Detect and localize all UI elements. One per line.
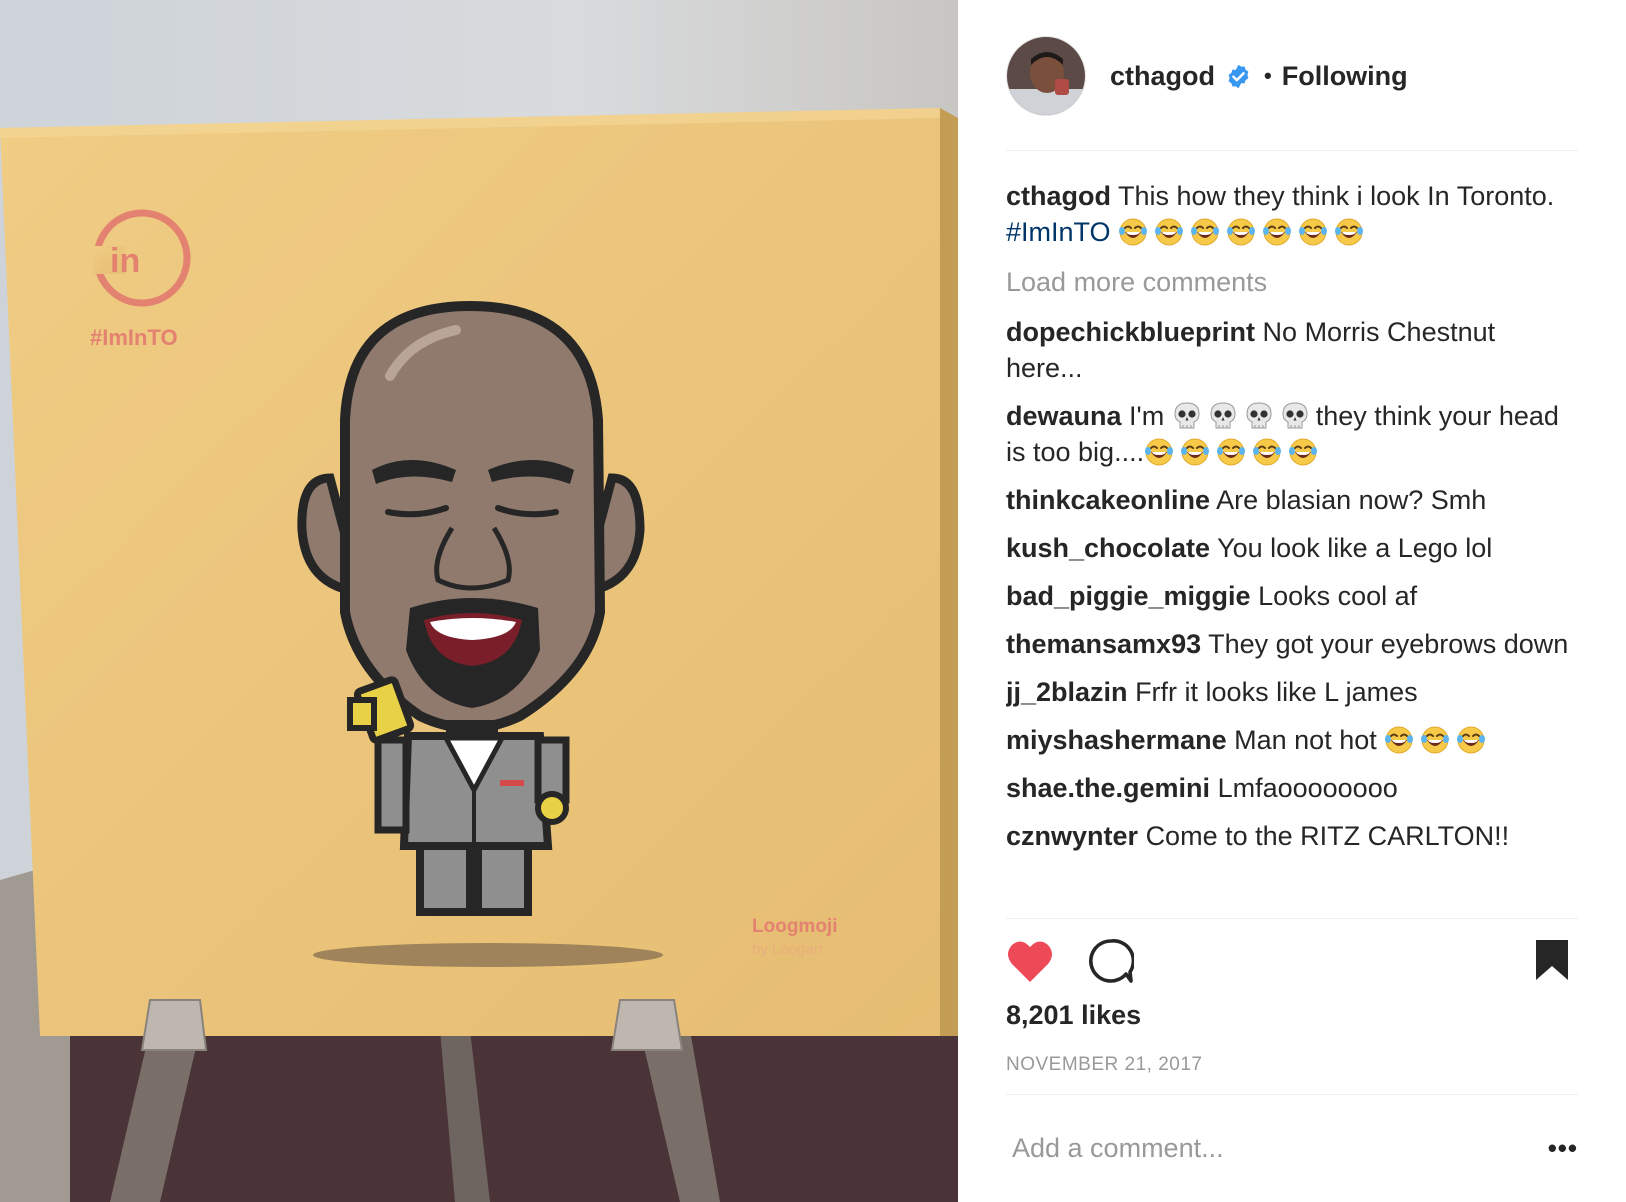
laughing-emoji-icon — [1263, 218, 1292, 246]
comment-text: You look like a Lego lol — [1217, 533, 1493, 563]
load-more-comments-button[interactable]: Load more comments — [1006, 264, 1578, 300]
caption: cthagod This how they think i look In To… — [1006, 178, 1578, 250]
header-separator: • — [1264, 63, 1272, 88]
post-panel: cthagod • Following cthagod This how the… — [958, 0, 1626, 1202]
brand-sub: by Loogart — [752, 941, 824, 958]
comment-username[interactable]: themansamx93 — [1006, 629, 1201, 659]
following-button[interactable]: Following — [1282, 61, 1408, 92]
skull-emoji-icon — [1246, 402, 1272, 429]
comment-text: Are blasian now? Smh — [1216, 485, 1487, 515]
comment-emojis — [1172, 401, 1316, 431]
comment-row: kush_chocolate You look like a Lego lol — [1006, 530, 1578, 566]
laughing-emoji-icon — [1457, 726, 1486, 754]
caption-emojis — [1118, 217, 1370, 247]
comment-row: bad_piggie_miggie Looks cool af — [1006, 578, 1578, 614]
comment-icon[interactable] — [1088, 938, 1134, 984]
laughing-emoji-icon — [1335, 218, 1364, 246]
comment-username[interactable]: kush_chocolate — [1006, 533, 1210, 563]
canvas-badge: in — [110, 242, 140, 280]
laughing-emoji-icon — [1385, 726, 1414, 754]
comment-username[interactable]: cznwynter — [1006, 821, 1138, 851]
comment-username[interactable]: dewauna — [1006, 401, 1122, 431]
likes-count[interactable]: 8,201 likes — [1006, 1000, 1141, 1031]
comment-username[interactable]: dopechickblueprint — [1006, 317, 1255, 347]
laughing-emoji-icon — [1227, 218, 1256, 246]
laughing-emoji-icon — [1299, 218, 1328, 246]
brand-name: Loogmoji — [752, 916, 837, 937]
heart-icon[interactable] — [1006, 938, 1054, 984]
add-comment-bar: ••• — [1006, 1116, 1578, 1180]
header-username[interactable]: cthagod — [1110, 61, 1215, 92]
laughing-emoji-icon — [1421, 726, 1450, 754]
comment-row: miyshashermane Man not hot — [1006, 722, 1578, 758]
divider — [1006, 150, 1578, 151]
post-date: NOVEMBER 21, 2017 — [1006, 1054, 1203, 1075]
laughing-emoji-icon — [1119, 218, 1148, 246]
comment-text: Looks cool af — [1258, 581, 1418, 611]
comment-username[interactable]: thinkcakeonline — [1006, 485, 1210, 515]
skull-emoji-icon — [1282, 402, 1308, 429]
post-header: cthagod • Following — [1006, 36, 1578, 116]
comment-row: shae.the.gemini Lmfaoooooooo — [1006, 770, 1578, 806]
comment-emojis — [1384, 725, 1492, 755]
post-photo[interactable]: in #ImInTO Loogmoji by Loogart — [0, 0, 958, 1202]
skull-emoji-icon — [1174, 402, 1200, 429]
comment-row: dopechickblueprint No Morris Chestnut he… — [1006, 314, 1578, 386]
comment-text: I'm — [1129, 401, 1165, 431]
comment-username[interactable]: shae.the.gemini — [1006, 773, 1210, 803]
comment-text: They got your eyebrows down — [1208, 629, 1569, 659]
caption-username[interactable]: cthagod — [1006, 181, 1111, 211]
bookmark-icon[interactable] — [1534, 938, 1570, 982]
skull-emoji-icon — [1210, 402, 1236, 429]
caption-text: This how they think i look In Toronto. — [1118, 181, 1555, 211]
comment-input[interactable] — [1006, 1132, 1486, 1164]
comment-text: Frfr it looks like L james — [1135, 677, 1418, 707]
divider — [1006, 918, 1578, 919]
comment-text: Lmfaoooooooo — [1217, 773, 1398, 803]
comment-row: themansamx93 They got your eyebrows down — [1006, 626, 1578, 662]
laughing-emoji-icon — [1191, 218, 1220, 246]
comment-username[interactable]: miyshashermane — [1006, 725, 1227, 755]
laughing-emoji-icon — [1155, 218, 1184, 246]
comment-text: Come to the RITZ CARLTON!! — [1145, 821, 1510, 851]
laughing-emoji-icon — [1217, 438, 1246, 466]
comment-row: thinkcakeonline Are blasian now? Smh — [1006, 482, 1578, 518]
divider — [1006, 1094, 1578, 1095]
verified-icon — [1228, 64, 1249, 88]
avatar[interactable] — [1006, 36, 1086, 116]
laughing-emoji-icon — [1253, 438, 1282, 466]
laughing-emoji-icon — [1145, 438, 1174, 466]
post-actions — [1006, 938, 1578, 988]
comment-text: Man not hot — [1234, 725, 1377, 755]
comment-row: cznwynter Come to the RITZ CARLTON!! — [1006, 818, 1578, 854]
laughing-emoji-icon — [1181, 438, 1210, 466]
comments-list[interactable]: cthagod This how they think i look In To… — [1006, 178, 1578, 914]
comment-row: jj_2blazin Frfr it looks like L james — [1006, 674, 1578, 710]
caption-hashtag[interactable]: #ImInTO — [1006, 217, 1111, 247]
comment-row: dewauna I'm they think your head is too … — [1006, 398, 1578, 470]
comment-username[interactable]: bad_piggie_miggie — [1006, 581, 1251, 611]
more-options-button[interactable]: ••• — [1548, 1133, 1578, 1164]
comment-emojis — [1144, 437, 1324, 467]
comment-username[interactable]: jj_2blazin — [1006, 677, 1128, 707]
canvas-hashtag: #ImInTO — [90, 325, 178, 350]
laughing-emoji-icon — [1289, 438, 1318, 466]
